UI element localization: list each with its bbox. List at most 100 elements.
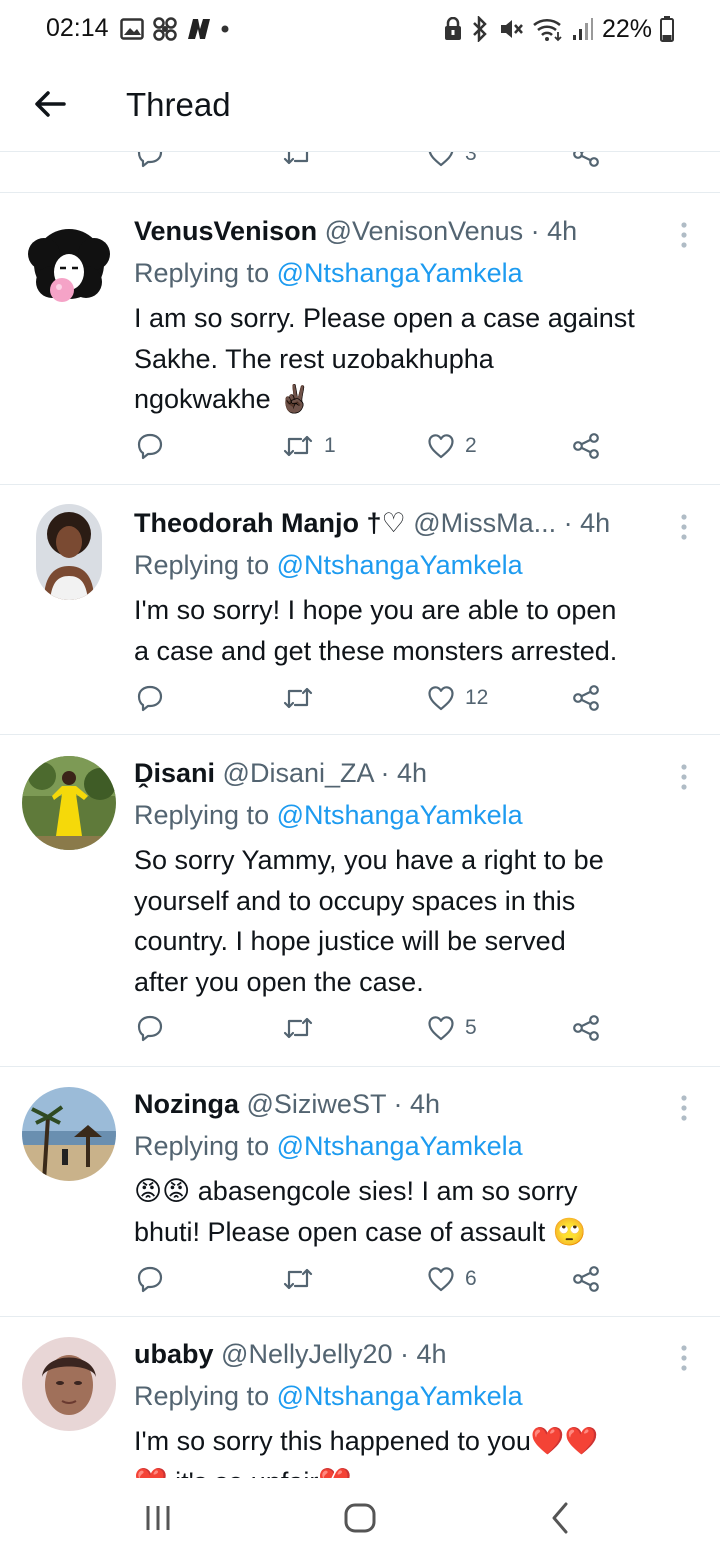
signal-icon (572, 18, 593, 40)
user-handle[interactable]: @VenisonVenus (325, 216, 524, 246)
tweet-item[interactable]: Ḓisani @Disani_ZA · 4h Replying to @Ntsh… (0, 756, 720, 1066)
tweet-item[interactable]: ubaby @NellyJelly20 · 4h Replying to @Nt… (0, 1337, 720, 1478)
bluetooth-icon (473, 16, 487, 42)
share-button[interactable] (572, 152, 600, 168)
share-button[interactable] (572, 1265, 600, 1293)
like-button[interactable]: 6 (427, 1265, 477, 1293)
divider (0, 1316, 720, 1317)
heart-icon (428, 1267, 454, 1292)
display-name[interactable]: VenusVenison (134, 216, 317, 246)
avatar[interactable] (36, 504, 102, 600)
heart-icon (428, 152, 454, 167)
avatar[interactable] (22, 1087, 116, 1181)
like-count: 2 (465, 434, 477, 457)
share-button[interactable] (572, 1014, 600, 1042)
status-bar: 02:14 22% (0, 0, 720, 60)
avatar[interactable] (22, 756, 116, 850)
replying-to: Replying to @NtshangaYamkela (134, 1131, 523, 1161)
prev-tweet-actions: 3 (0, 152, 720, 180)
tweet-item[interactable]: VenusVenison @VenisonVenus · 4h Replying… (0, 214, 720, 484)
tweet-text: I'm so sorry this happened to you❤️❤️ ❤️… (134, 1426, 599, 1478)
more-vertical-icon[interactable] (676, 220, 692, 250)
user-handle[interactable]: @SiziweST (247, 1089, 386, 1119)
reply-button[interactable] (136, 152, 164, 168)
like-count: 12 (465, 686, 489, 709)
divider (0, 484, 720, 485)
share-button[interactable] (572, 432, 600, 460)
dot-icon (221, 25, 229, 33)
mute-icon (500, 20, 523, 38)
mention-link[interactable]: @NtshangaYamkela (277, 550, 523, 580)
user-handle[interactable]: @NellyJelly20 (221, 1339, 392, 1369)
divider (0, 734, 720, 735)
more-vertical-icon[interactable] (676, 512, 692, 542)
like-count: 6 (465, 1267, 477, 1290)
tweet-actions: 1 2 (0, 432, 720, 472)
back-arrow-icon[interactable] (30, 84, 70, 124)
retweet-icon (283, 1017, 313, 1039)
like-button[interactable]: 12 (427, 684, 488, 712)
wifi-icon (533, 18, 562, 42)
mention-link[interactable]: @NtshangaYamkela (277, 800, 523, 830)
reply-button[interactable] (136, 432, 164, 460)
replying-to: Replying to @NtshangaYamkela (134, 550, 523, 580)
share-icon (573, 685, 599, 711)
tweet-item[interactable]: Theodorah Manjo †♡ @MissMa... · 4h Reply… (0, 504, 720, 734)
replying-to: Replying to @NtshangaYamkela (134, 800, 523, 830)
avatar[interactable] (22, 224, 116, 318)
share-icon (573, 152, 599, 167)
reply-icon (137, 1266, 163, 1293)
status-time: 02:14 (46, 14, 109, 42)
like-button[interactable]: 5 (427, 1014, 477, 1042)
like-button[interactable]: 3 (427, 152, 477, 168)
retweet-count: 1 (324, 434, 336, 457)
mention-link[interactable]: @NtshangaYamkela (277, 1381, 523, 1411)
retweet-button[interactable]: 1 (282, 432, 336, 460)
battery-icon (660, 16, 674, 42)
retweet-button[interactable] (282, 684, 314, 712)
reply-button[interactable] (136, 1014, 164, 1042)
reply-button[interactable] (136, 1265, 164, 1293)
display-name[interactable]: Ḓisani (134, 758, 215, 788)
divider (0, 192, 720, 193)
display-name[interactable]: Theodorah Manjo †♡ (134, 508, 406, 538)
reply-icon (137, 152, 163, 168)
heart-icon (428, 434, 454, 459)
retweet-button[interactable] (282, 152, 314, 168)
mention-link[interactable]: @NtshangaYamkela (277, 1131, 523, 1161)
display-name[interactable]: ubaby (134, 1339, 214, 1369)
like-button[interactable]: 2 (427, 432, 477, 460)
more-vertical-icon[interactable] (676, 762, 692, 792)
display-name[interactable]: Nozinga (134, 1089, 239, 1119)
retweet-icon (283, 435, 313, 457)
like-count: 3 (465, 152, 477, 165)
avatar[interactable] (22, 1337, 116, 1431)
tweet-text: I'm so sorry! I hope you are able to ope… (134, 595, 618, 666)
back-icon[interactable] (548, 1500, 574, 1536)
mention-link[interactable]: @NtshangaYamkela (277, 258, 523, 288)
retweet-button[interactable] (282, 1014, 314, 1042)
retweet-button[interactable] (282, 1265, 314, 1293)
tweet-time: · 4h (393, 1089, 441, 1119)
page-title: Thread (126, 86, 231, 123)
tweet-item[interactable]: Nozinga @SiziweST · 4h Replying to @Ntsh… (0, 1087, 720, 1316)
reply-button[interactable] (136, 684, 164, 712)
more-vertical-icon[interactable] (676, 1343, 692, 1373)
heart-icon (428, 686, 454, 711)
recent-apps-icon[interactable] (144, 1500, 172, 1536)
tweet-actions: 6 (0, 1265, 720, 1305)
user-handle[interactable]: @Disani_ZA (223, 758, 373, 788)
retweet-icon (283, 1268, 313, 1290)
heart-icon (428, 1016, 454, 1041)
share-icon (573, 1266, 599, 1292)
thread-feed[interactable]: 3 VenusVenison @VenisonVenus · 4h Replyi… (0, 152, 720, 1478)
share-button[interactable] (572, 684, 600, 712)
like-count: 5 (465, 1016, 477, 1039)
tweet-actions: 5 (0, 1014, 720, 1054)
home-icon[interactable] (342, 1500, 378, 1536)
tweet-time: · 4h (400, 1339, 447, 1369)
user-handle[interactable]: @MissMa... (413, 508, 556, 538)
more-vertical-icon[interactable] (676, 1093, 692, 1123)
app-bar: Thread (0, 60, 720, 152)
retweet-icon (283, 152, 309, 165)
